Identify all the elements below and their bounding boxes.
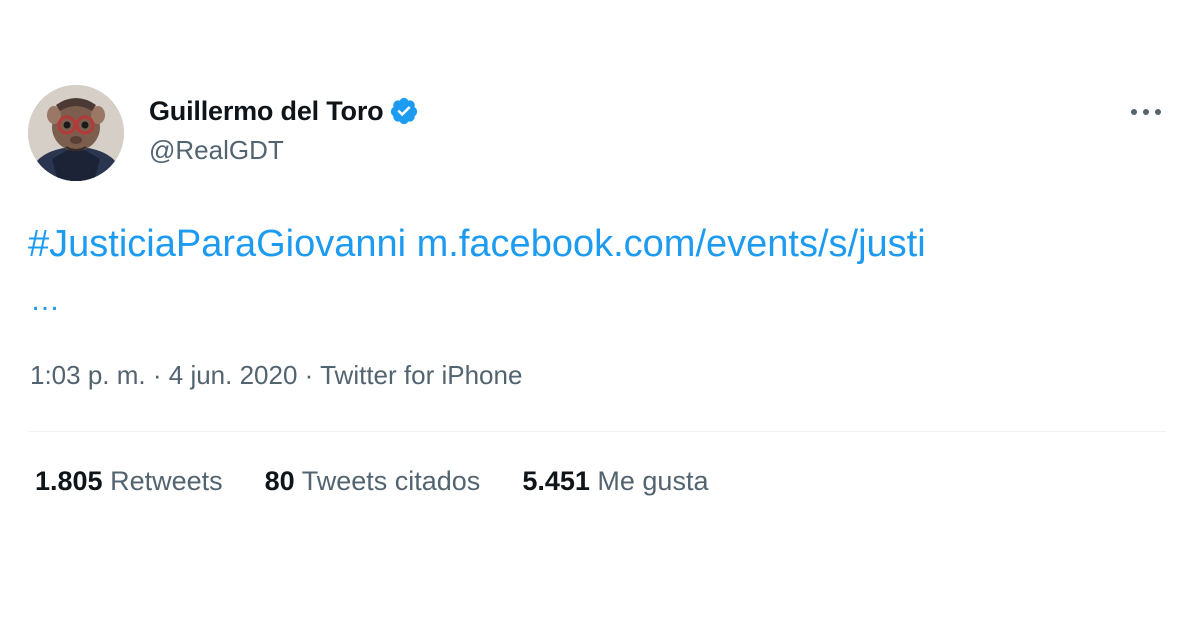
stat-label: Tweets citados: [301, 466, 481, 496]
tweet-time[interactable]: 1:03 p. m.: [30, 360, 146, 390]
author-name-row: Guillermo del Toro: [149, 94, 419, 128]
stat-value: 80: [264, 466, 295, 496]
author-handle[interactable]: @RealGDT: [149, 135, 284, 166]
url-link[interactable]: m.facebook.com/events/s/justi: [417, 223, 926, 265]
author-avatar[interactable]: [28, 85, 124, 181]
tweet-source[interactable]: Twitter for iPhone: [320, 360, 522, 390]
tweet-meta: 1:03 p. m. · 4 jun. 2020 · Twitter for i…: [30, 360, 522, 391]
stat-label: Me gusta: [597, 466, 709, 496]
meta-separator: ·: [304, 360, 314, 390]
stat-label: Retweets: [110, 466, 223, 496]
more-options-icon[interactable]: [1126, 98, 1166, 126]
tweet-stats: 1.805 Retweets 80 Tweets citados 5.451 M…: [35, 466, 750, 497]
link-truncation: …: [30, 284, 60, 317]
tweet-date[interactable]: 4 jun. 2020: [169, 360, 298, 390]
divider: [28, 431, 1166, 432]
author-name[interactable]: Guillermo del Toro: [149, 96, 384, 127]
stat-likes[interactable]: 5.451 Me gusta: [522, 466, 708, 497]
verified-badge-icon: [389, 96, 419, 126]
stat-quote-tweets[interactable]: 80 Tweets citados: [265, 466, 481, 497]
stat-value: 1.805: [35, 466, 103, 496]
meta-separator: ·: [152, 360, 162, 390]
avatar-image: [28, 85, 124, 181]
tweet-text: #JusticiaParaGiovanni m.facebook.com/eve…: [28, 218, 1178, 270]
stat-retweets[interactable]: 1.805 Retweets: [35, 466, 223, 497]
stat-value: 5.451: [522, 466, 590, 496]
tweet-card: Guillermo del Toro @RealGDT #JusticiaPar…: [0, 0, 1200, 628]
hashtag-link[interactable]: #JusticiaParaGiovanni: [28, 223, 406, 265]
